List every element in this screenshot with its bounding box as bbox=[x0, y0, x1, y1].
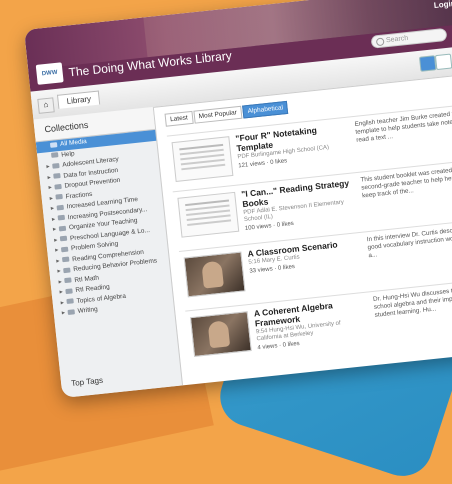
folder-icon bbox=[53, 173, 61, 179]
media-list: Latest Most Popular Alphabetical "Four R" … bbox=[154, 71, 452, 385]
folder-icon bbox=[67, 309, 75, 315]
sidebar-item-label: RtI Math bbox=[74, 274, 100, 284]
folder-icon bbox=[49, 141, 58, 148]
sidebar-item-label: Help bbox=[60, 149, 75, 159]
sidebar-item-label: All Media bbox=[59, 138, 88, 148]
site-logo[interactable]: DWW bbox=[35, 62, 64, 85]
sort-tab[interactable]: Most Popular bbox=[193, 105, 243, 124]
sort-tab[interactable]: Alphabetical bbox=[242, 100, 289, 119]
folder-icon bbox=[58, 225, 67, 232]
folder-icon bbox=[51, 152, 59, 159]
media-description: In this interview Dr. Curtis describes w… bbox=[366, 224, 452, 260]
media-description: English teacher Jim Burke created this t… bbox=[354, 110, 452, 144]
folder-icon bbox=[66, 298, 74, 305]
media-description: This student booklet was created by a se… bbox=[360, 166, 452, 200]
folder-icon bbox=[63, 267, 71, 273]
folder-icon bbox=[56, 204, 64, 211]
folder-icon bbox=[61, 256, 70, 263]
library-window: DWW The Doing What Works Library Login S… bbox=[24, 0, 452, 398]
sidebar-item-label: RtI Reading bbox=[75, 283, 111, 295]
folder-icon bbox=[57, 215, 66, 221]
list-view-icon[interactable] bbox=[418, 55, 437, 72]
folder-icon bbox=[59, 235, 68, 242]
sidebar-item-label: Writing bbox=[77, 305, 99, 315]
media-thumbnail[interactable] bbox=[189, 311, 252, 358]
folder-icon bbox=[52, 162, 60, 169]
sidebar-item-label: Fractions bbox=[65, 190, 93, 201]
folder-icon bbox=[65, 288, 73, 294]
top-tags-heading: Top Tags bbox=[70, 375, 104, 388]
sort-tab[interactable]: Latest bbox=[164, 110, 194, 127]
media-thumbnail[interactable] bbox=[183, 251, 246, 298]
tab-library[interactable]: Library bbox=[56, 90, 101, 109]
folder-icon bbox=[54, 183, 62, 190]
media-description: Dr. Hung-Hsi Wu discusses the topics of … bbox=[372, 284, 452, 319]
grid-view-icon[interactable] bbox=[434, 53, 452, 71]
sort-tabs: Latest Most Popular Alphabetical bbox=[164, 100, 290, 127]
home-icon[interactable]: ⌂ bbox=[37, 97, 55, 114]
folder-icon bbox=[64, 277, 72, 284]
folder-icon bbox=[55, 194, 63, 200]
expand-icon bbox=[45, 157, 51, 158]
collections-list: All Media Help ▸ Adolescent Literacy ▸ Data f… bbox=[35, 129, 174, 320]
folder-icon bbox=[60, 246, 69, 253]
media-thumbnail[interactable] bbox=[177, 191, 240, 238]
media-thumbnail[interactable] bbox=[171, 136, 234, 182]
